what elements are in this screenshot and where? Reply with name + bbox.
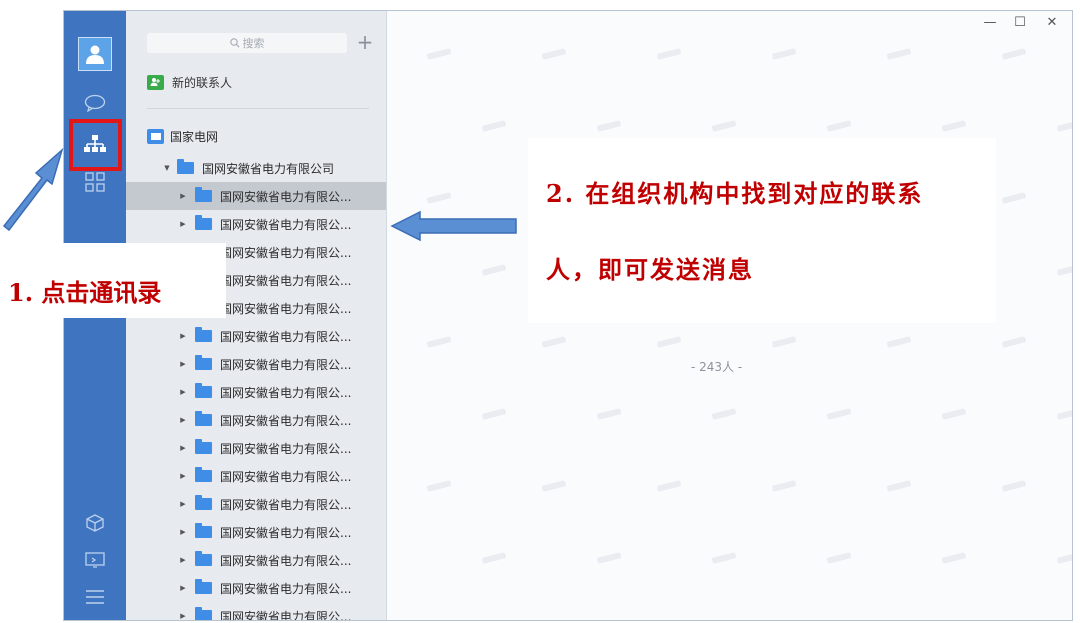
annotation-arrows (2, 147, 517, 242)
pointer-arrow-up-right (2, 147, 64, 232)
pointer-arrow-left (390, 210, 517, 242)
